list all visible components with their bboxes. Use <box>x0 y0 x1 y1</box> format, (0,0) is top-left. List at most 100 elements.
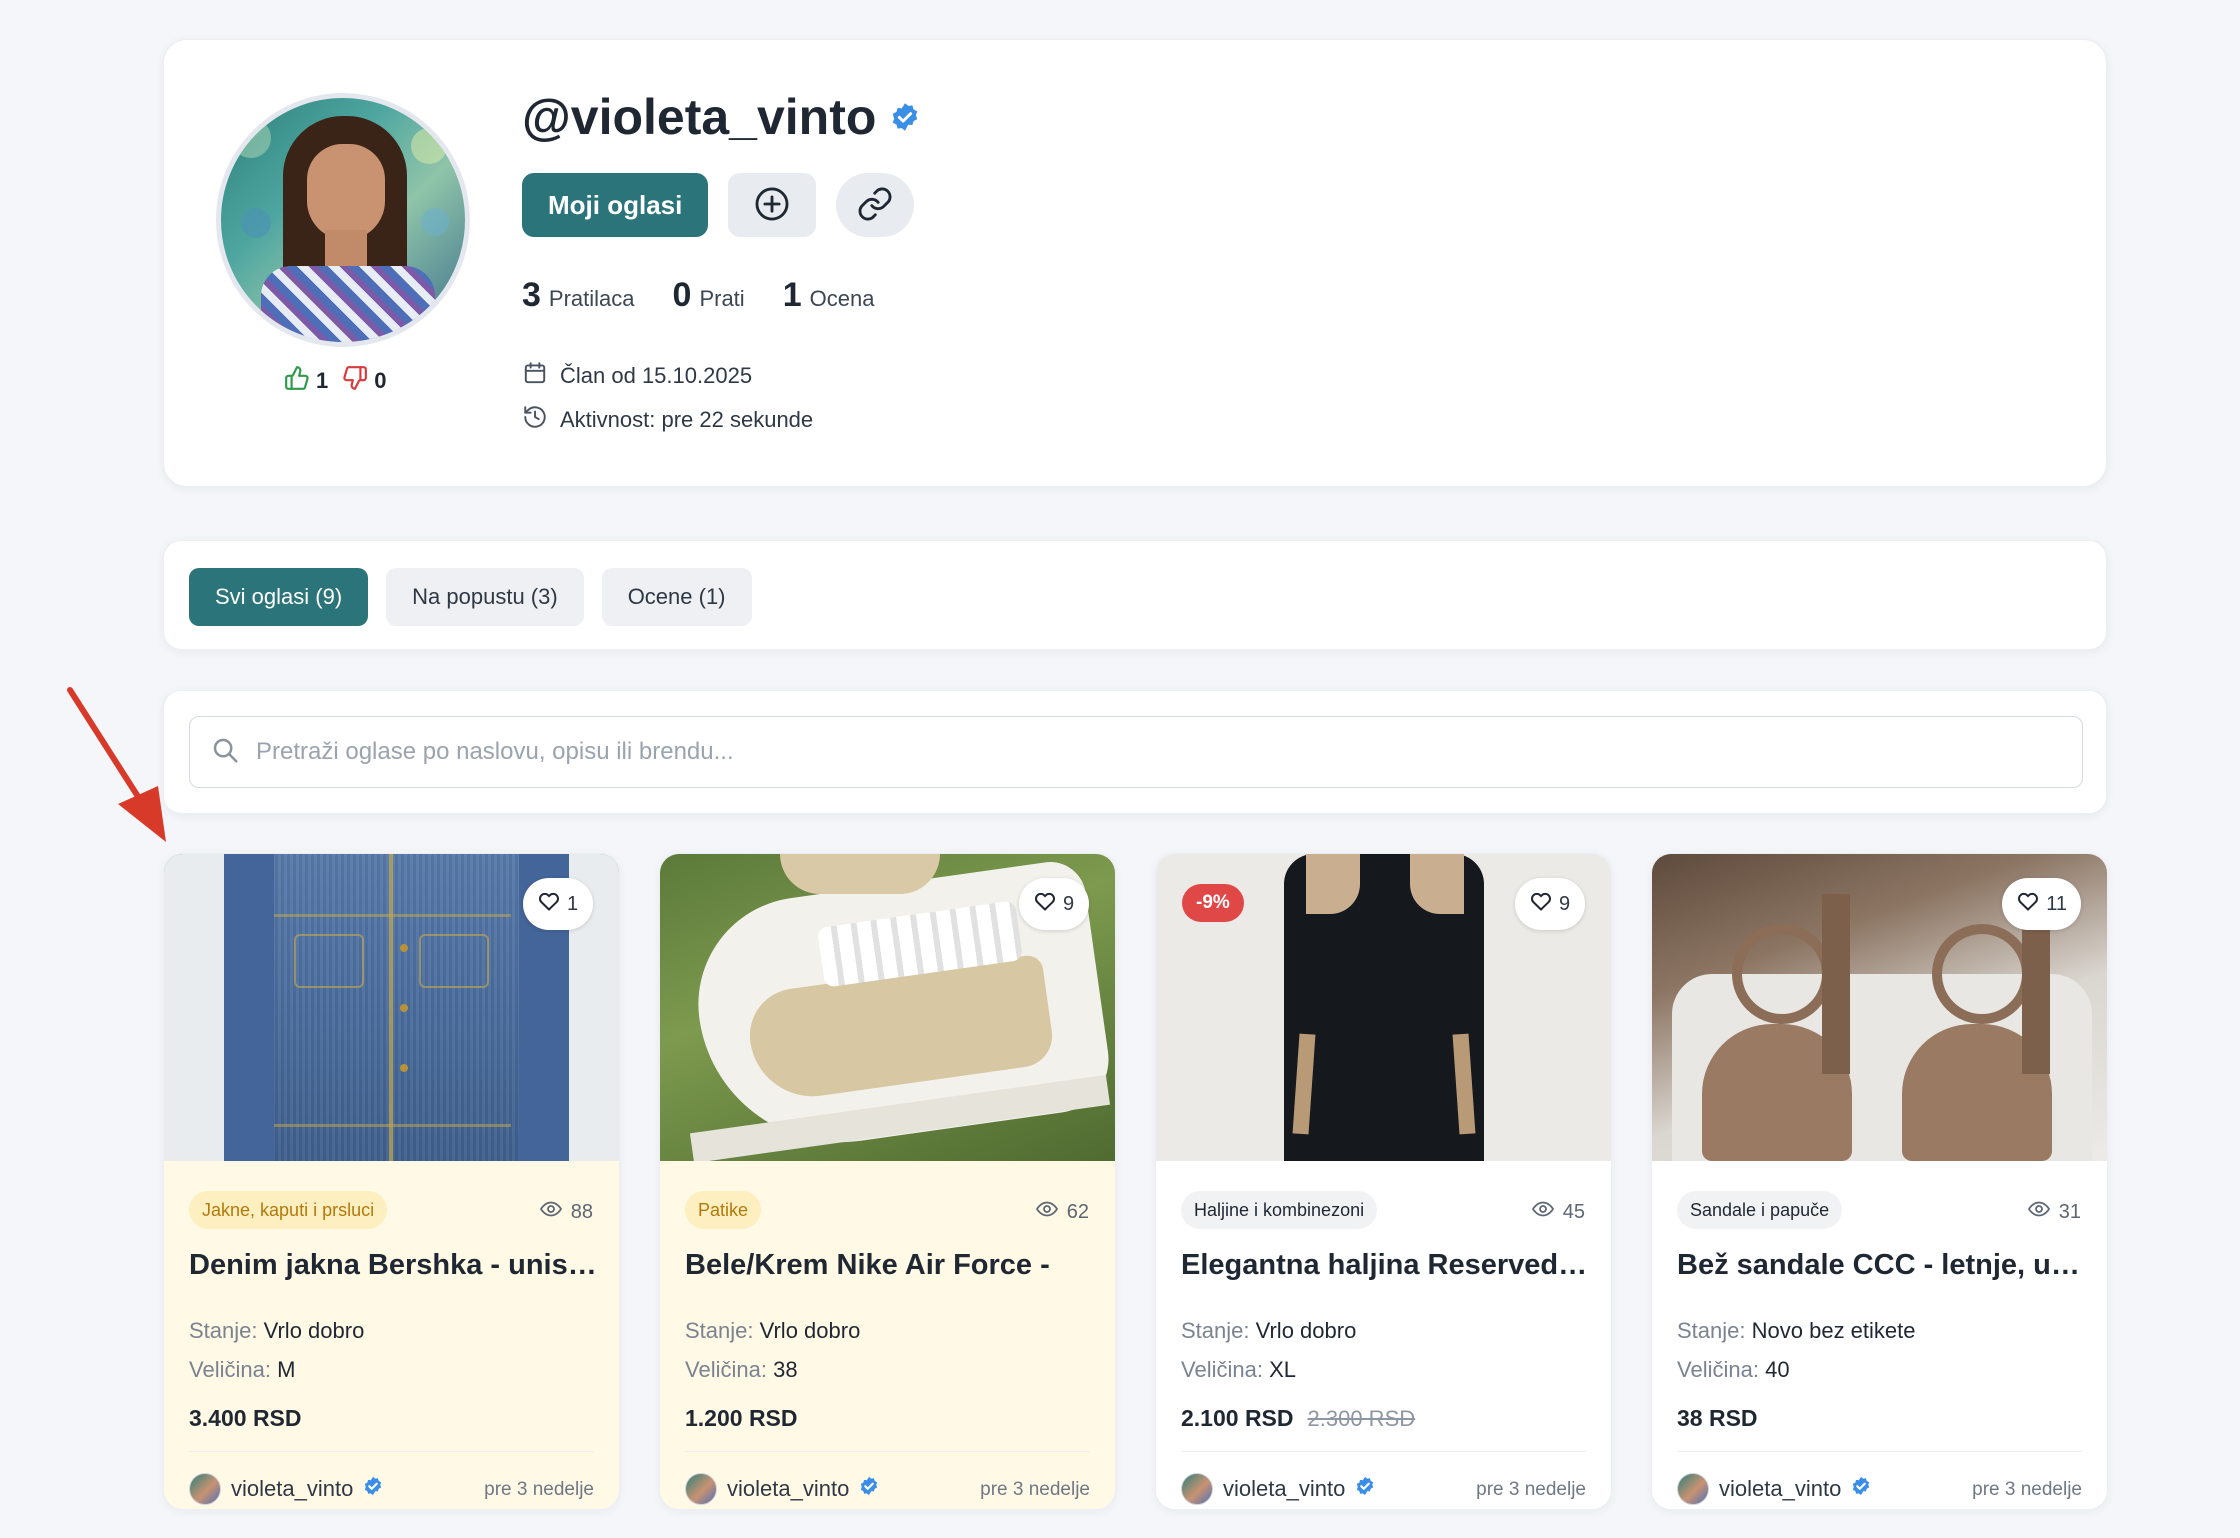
stat-label: Pratilaca <box>548 286 635 311</box>
favorite-count: 1 <box>567 892 579 915</box>
category-badge: Sandale i papuče <box>1677 1191 1843 1229</box>
my-ads-button[interactable]: Moji oglasi <box>522 173 709 237</box>
favorite-button[interactable]: 1 <box>523 878 593 930</box>
likes[interactable]: 1 <box>284 365 328 397</box>
eye-icon <box>1035 1197 1059 1227</box>
condition-label: Stanje: <box>685 1318 754 1343</box>
listing-price: 3.400 RSD <box>189 1405 302 1432</box>
history-icon <box>522 404 548 436</box>
avatar <box>216 93 470 347</box>
discount-badge: -9% <box>1182 884 1244 922</box>
listing-card[interactable]: 9 Patike 62 Bele/Krem Nike Air Force - S… <box>659 853 1116 1510</box>
listing-size: Veličina: 38 <box>685 1357 798 1383</box>
seller-link[interactable]: violeta_vinto <box>1181 1473 1375 1505</box>
views-value: 31 <box>2058 1200 2081 1223</box>
add-listing-button[interactable] <box>728 173 817 237</box>
dislikes-count: 0 <box>374 368 387 393</box>
view-count: 31 <box>2027 1197 2081 1227</box>
listing-price: 1.200 RSD <box>685 1405 798 1432</box>
eye-icon <box>1531 1197 1555 1227</box>
listing-body: Jakne, kaputi i prsluci 88 Denim jakna B… <box>164 1161 619 1509</box>
views-value: 62 <box>1066 1200 1089 1223</box>
size-value: 40 <box>1765 1357 1790 1382</box>
favorite-button[interactable]: 11 <box>2002 878 2081 930</box>
verified-badge-icon <box>1355 1476 1375 1502</box>
verified-badge-icon <box>1851 1476 1871 1502</box>
verified-badge-icon <box>890 102 920 132</box>
heart-icon <box>2016 889 2040 919</box>
size-label: Veličina: <box>1181 1357 1263 1382</box>
favorite-button[interactable]: 9 <box>1515 878 1585 930</box>
tab-on-sale[interactable]: Na popustu (3) <box>386 568 584 626</box>
condition-value: Vrlo dobro <box>263 1318 365 1343</box>
listing-time: pre 3 nedelje <box>1476 1479 1586 1500</box>
category-badge: Jakne, kaputi i prsluci <box>189 1191 388 1229</box>
listing-size: Veličina: 40 <box>1677 1357 1790 1383</box>
stat-value: 1 <box>782 276 802 314</box>
condition-value: Vrlo dobro <box>759 1318 861 1343</box>
listing-size: Veličina: M <box>189 1357 295 1383</box>
likes-count: 1 <box>316 368 329 393</box>
size-value: 38 <box>773 1357 798 1382</box>
condition-value: Novo bez etikete <box>1751 1318 1916 1343</box>
heart-icon <box>1033 889 1057 919</box>
seller-avatar <box>1677 1473 1709 1505</box>
seller-link[interactable]: violeta_vinto <box>685 1473 879 1505</box>
seller-name: violeta_vinto <box>727 1476 850 1501</box>
stat-ratings[interactable]: 1 Ocena <box>783 276 875 315</box>
search-input[interactable] <box>256 738 2082 766</box>
size-label: Veličina: <box>685 1357 767 1382</box>
member-since-text: Član od 15.10.2025 <box>560 363 753 388</box>
price-value: 2.100 RSD <box>1181 1405 1294 1431</box>
seller-avatar <box>189 1473 221 1505</box>
tab-ratings[interactable]: Ocene (1) <box>601 568 752 626</box>
views-value: 88 <box>570 1200 593 1223</box>
seller-name: violeta_vinto <box>231 1476 354 1501</box>
calendar-icon <box>522 360 548 392</box>
activity-text: Aktivnost: pre 22 sekunde <box>560 407 814 432</box>
dislikes[interactable]: 0 <box>342 365 387 397</box>
size-value: M <box>277 1357 296 1382</box>
view-count: 45 <box>1531 1197 1585 1227</box>
listing-card[interactable]: 11 Sandale i papuče 31 Bež sandale CCC -… <box>1651 853 2108 1510</box>
stat-followers[interactable]: 3 Pratilaca <box>522 276 635 315</box>
listing-price: 2.100 RSD 2.300 RSD <box>1181 1405 1415 1432</box>
profile-actions: Moji oglasi <box>522 173 915 237</box>
favorite-button[interactable]: 9 <box>1019 878 1089 930</box>
listing-tabs: Svi oglasi (9) Na popustu (3) Ocene (1) <box>163 540 2107 650</box>
seller-avatar <box>1181 1473 1213 1505</box>
listing-time: pre 3 nedelje <box>484 1479 594 1500</box>
size-label: Veličina: <box>189 1357 271 1382</box>
listing-body: Patike 62 Bele/Krem Nike Air Force - Sta… <box>660 1161 1115 1509</box>
annotation-arrow-icon <box>67 687 166 842</box>
stat-value: 0 <box>672 276 692 314</box>
stat-label: Ocena <box>809 286 875 311</box>
thumbs-down-icon <box>342 365 368 397</box>
listing-title[interactable]: Bele/Krem Nike Air Force - <box>685 1249 1095 1282</box>
listing-card[interactable]: 1 Jakne, kaputi i prsluci 88 Denim jakna… <box>163 853 620 1510</box>
listing-price: 38 RSD <box>1677 1405 1758 1432</box>
seller-link[interactable]: violeta_vinto <box>1677 1473 1871 1505</box>
tab-all-listings[interactable]: Svi oglasi (9) <box>189 568 369 626</box>
stat-label: Prati <box>699 286 745 311</box>
member-since: Član od 15.10.2025 <box>522 360 752 392</box>
listing-body: Haljine i kombinezoni 45 Elegantna halji… <box>1156 1161 1611 1509</box>
favorite-count: 11 <box>2046 892 2067 915</box>
listing-title[interactable]: Bež sandale CCC - letnje, udobne <box>1677 1249 2087 1282</box>
divider <box>685 1451 1090 1452</box>
view-count: 62 <box>1035 1197 1089 1227</box>
listing-title[interactable]: Elegantna haljina Reserved crna <box>1181 1249 1591 1282</box>
view-count: 88 <box>539 1197 593 1227</box>
share-link-button[interactable] <box>836 173 915 237</box>
listing-card[interactable]: -9% 9 Haljine i kombinezoni 45 Elegantna… <box>1155 853 1612 1510</box>
stat-following[interactable]: 0 Prati <box>673 276 745 315</box>
eye-icon <box>539 1197 563 1227</box>
plus-circle-icon <box>753 185 791 226</box>
seller-link[interactable]: violeta_vinto <box>189 1473 383 1505</box>
category-badge: Patike <box>685 1191 762 1229</box>
eye-icon <box>2027 1197 2051 1227</box>
listing-title[interactable]: Denim jakna Bershka - unisex <box>189 1249 599 1282</box>
size-label: Veličina: <box>1677 1357 1759 1382</box>
category-badge: Haljine i kombinezoni <box>1181 1191 1378 1229</box>
seller-name: violeta_vinto <box>1719 1476 1842 1501</box>
